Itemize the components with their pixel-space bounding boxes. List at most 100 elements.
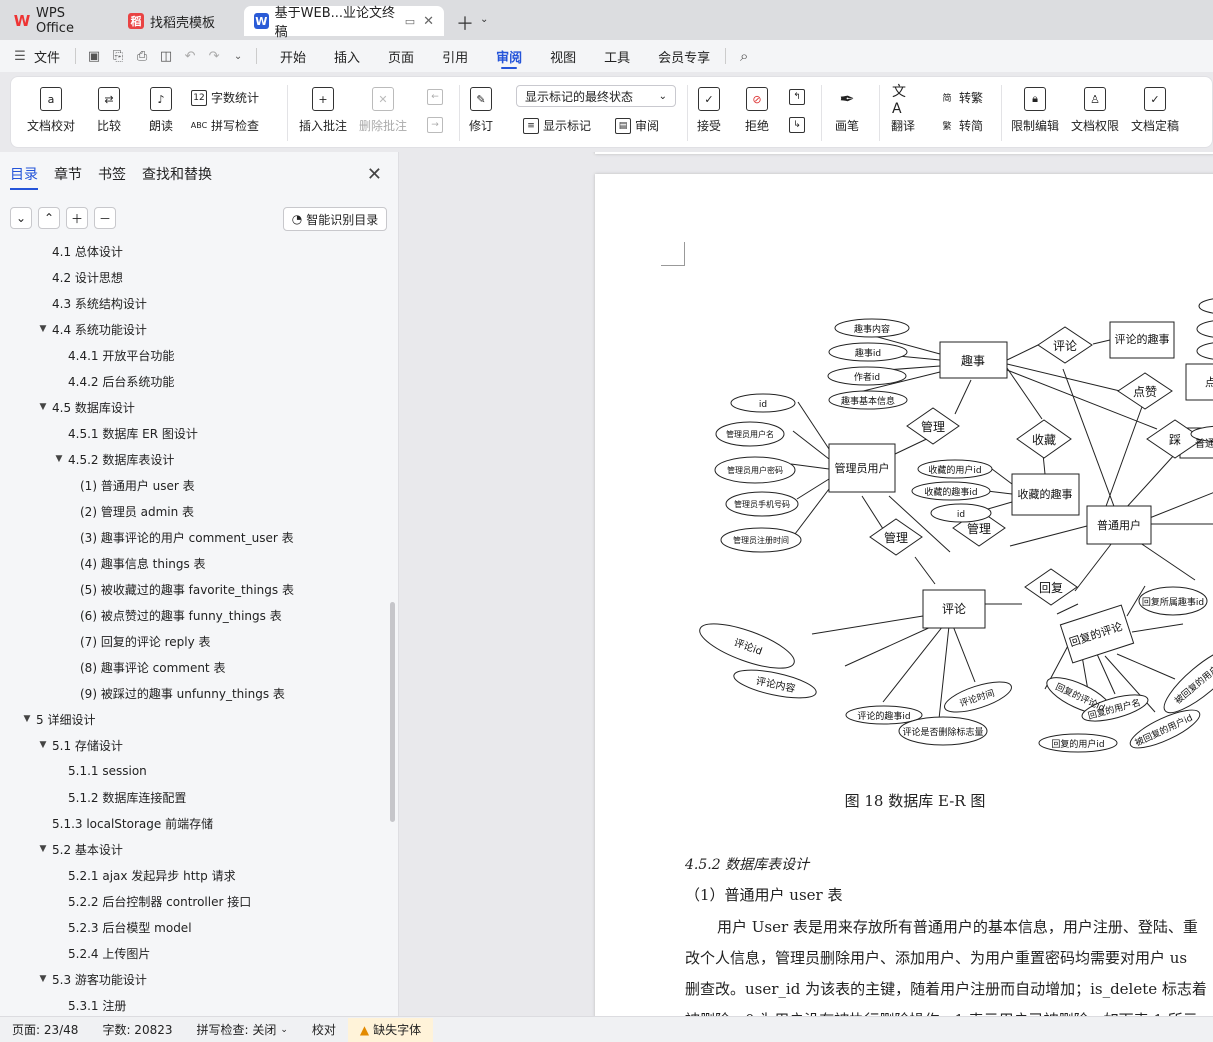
toc-item[interactable]: (2) 管理员 admin 表 xyxy=(0,498,390,524)
toc-item[interactable]: (6) 被点赞过的趣事 funny_things 表 xyxy=(0,602,390,628)
menu-tools[interactable]: 工具 xyxy=(595,40,639,72)
chevron-up-icon[interactable]: ⌃ xyxy=(38,207,60,229)
add-icon[interactable]: ＋ xyxy=(66,207,88,229)
track-changes-button[interactable]: ✎ 修订 xyxy=(469,87,493,134)
menu-file[interactable]: 文件 xyxy=(32,40,69,72)
smart-toc-button[interactable]: ◔ 智能识别目录 xyxy=(283,207,387,231)
next-change-button[interactable]: ↳ xyxy=(789,117,809,133)
toc-item[interactable]: (5) 被收藏过的趣事 favorite_things 表 xyxy=(0,576,390,602)
toc-item[interactable]: ▼ 4.5 数据库设计 xyxy=(0,394,390,420)
menu-review[interactable]: 审阅 xyxy=(487,40,531,72)
tab-list-chevron-icon[interactable]: ⌄ xyxy=(480,14,488,25)
toc-item[interactable]: (1) 普通用户 user 表 xyxy=(0,472,390,498)
accept-button[interactable]: ✓ 接受 xyxy=(697,87,721,134)
review-pane-button[interactable]: ▤ 审阅 xyxy=(615,117,659,134)
toc-collapse-arrow-icon[interactable]: ▼ xyxy=(52,454,66,464)
toc-item[interactable]: 5.2.1 ajax 发起异步 http 请求 xyxy=(0,862,390,888)
tab-window-icon[interactable]: ▭ xyxy=(405,15,415,28)
search-icon[interactable]: ⌕ xyxy=(732,40,756,72)
pen-button[interactable]: ✒ 画笔 xyxy=(835,87,859,134)
translate-button[interactable]: 文A 翻译 xyxy=(891,84,915,134)
show-markup-button[interactable]: ≡ 显示标记 xyxy=(523,117,591,134)
page-indicator[interactable]: 页面: 23/48 xyxy=(0,1021,90,1038)
word-count-indicator[interactable]: 字数: 20823 xyxy=(90,1021,184,1038)
toc-collapse-arrow-icon[interactable]: ▼ xyxy=(36,740,50,750)
save-icon[interactable]: ▣ xyxy=(82,40,106,72)
tab-template[interactable]: 稻 找稻壳模板 xyxy=(118,6,238,36)
toc-collapse-arrow-icon[interactable]: ▼ xyxy=(36,844,50,854)
print-preview-icon[interactable]: ◫ xyxy=(154,40,178,72)
toc-item[interactable]: ▼ 5.1 存储设计 xyxy=(0,732,390,758)
toc-item[interactable]: ▼ 4.5.2 数据库表设计 xyxy=(0,446,390,472)
menu-reference[interactable]: 引用 xyxy=(433,40,477,72)
tab-chapters[interactable]: 章节 xyxy=(54,164,82,190)
toc-item[interactable]: ▼ 5.2 基本设计 xyxy=(0,836,390,862)
menu-start[interactable]: 开始 xyxy=(271,40,315,72)
chevron-down-icon[interactable]: ⌄ xyxy=(10,207,32,229)
doc-permission-button[interactable]: ♙ 文档权限 xyxy=(1071,87,1119,134)
to-simplified-button[interactable]: 繁 转简 xyxy=(939,117,983,134)
prev-comment-button[interactable]: ← xyxy=(427,89,447,105)
toc-item[interactable]: 5.2.4 上传图片 xyxy=(0,940,390,966)
toc-item[interactable]: 4.1 总体设计 xyxy=(0,238,390,264)
tab-find-replace[interactable]: 查找和替换 xyxy=(142,164,212,190)
finalize-button[interactable]: ✓ 文档定稿 xyxy=(1131,87,1179,134)
redo-icon[interactable]: ↷ xyxy=(202,40,226,72)
tab-bookmarks[interactable]: 书签 xyxy=(98,164,126,190)
toc-item[interactable]: ▼ 4.4 系统功能设计 xyxy=(0,316,390,342)
toc-item[interactable]: ▼ 5.3 游客功能设计 xyxy=(0,966,390,992)
markup-display-select[interactable]: 显示标记的最终状态 ⌄ xyxy=(516,85,676,107)
toc-item[interactable]: 5.2.3 后台模型 model xyxy=(0,914,390,940)
tab-wps-office[interactable]: W WPS Office xyxy=(4,6,112,36)
toc-item[interactable]: ▼ 5 详细设计 xyxy=(0,706,390,732)
toc-item[interactable]: 5.2.2 后台控制器 controller 接口 xyxy=(0,888,390,914)
read-aloud-button[interactable]: ♪ 朗读 xyxy=(149,87,173,134)
spell-check-button[interactable]: ABC 拼写检查 xyxy=(191,117,259,134)
toc-item[interactable]: 5.3.1 注册 xyxy=(0,992,390,1018)
close-pane-icon[interactable]: ✕ xyxy=(367,164,382,185)
toc-collapse-arrow-icon[interactable]: ▼ xyxy=(20,714,34,724)
prev-change-button[interactable]: ↰ xyxy=(789,89,809,105)
print-icon[interactable]: ⎙ xyxy=(130,40,154,72)
delete-comment-button[interactable]: ✕ 删除批注 xyxy=(359,87,407,134)
to-traditional-button[interactable]: 简 转繁 xyxy=(939,89,983,106)
toc-item[interactable]: 5.1.1 session xyxy=(0,758,390,784)
toc-item[interactable]: (7) 回复的评论 reply 表 xyxy=(0,628,390,654)
toc-collapse-arrow-icon[interactable]: ▼ xyxy=(36,324,50,334)
missing-font-warning[interactable]: ▲ 缺失字体 xyxy=(347,1017,434,1042)
quick-access-chevron-icon[interactable]: ⌄ xyxy=(226,40,250,72)
proof-status[interactable]: 校对 xyxy=(300,1021,348,1038)
menu-page[interactable]: 页面 xyxy=(379,40,423,72)
share-icon[interactable]: ⎘ xyxy=(106,40,130,72)
pane-scrollbar[interactable] xyxy=(390,602,395,822)
word-count-button[interactable]: 12 字数统计 xyxy=(191,89,259,106)
toc-item[interactable]: (3) 趣事评论的用户 comment_user 表 xyxy=(0,524,390,550)
menu-view[interactable]: 视图 xyxy=(541,40,585,72)
new-tab-icon[interactable]: ＋ xyxy=(456,10,474,36)
toc-item[interactable]: 4.2 设计思想 xyxy=(0,264,390,290)
tab-document[interactable]: W 基于WEB...业论文终稿 ▭ ✕ xyxy=(244,6,444,40)
toc-item[interactable]: 4.4.2 后台系统功能 xyxy=(0,368,390,394)
close-tab-icon[interactable]: ✕ xyxy=(423,14,434,29)
insert-comment-button[interactable]: + 插入批注 xyxy=(299,87,347,134)
toc-item[interactable]: 4.5.1 数据库 ER 图设计 xyxy=(0,420,390,446)
compare-button[interactable]: ⇄ 比较 xyxy=(97,87,121,134)
reject-button[interactable]: ⊘ 拒绝 xyxy=(745,87,769,134)
tab-toc[interactable]: 目录 xyxy=(10,164,38,190)
toc-item[interactable]: (4) 趣事信息 things 表 xyxy=(0,550,390,576)
menu-member[interactable]: 会员专享 xyxy=(649,40,719,72)
toc-item[interactable]: 5.1.3 localStorage 前端存储 xyxy=(0,810,390,836)
toc-collapse-arrow-icon[interactable]: ▼ xyxy=(36,974,50,984)
next-comment-button[interactable]: → xyxy=(427,117,447,133)
restrict-edit-button[interactable]: 🔒︎ 限制编辑 xyxy=(1011,87,1059,134)
hamburger-icon[interactable]: ☰ xyxy=(8,40,32,72)
toc-item[interactable]: (9) 被踩过的趣事 unfunny_things 表 xyxy=(0,680,390,706)
toc-item[interactable]: 4.3 系统结构设计 xyxy=(0,290,390,316)
toc-item[interactable]: (8) 趣事评论 comment 表 xyxy=(0,654,390,680)
toc-item[interactable]: 4.4.1 开放平台功能 xyxy=(0,342,390,368)
toc-item[interactable]: 5.1.2 数据库连接配置 xyxy=(0,784,390,810)
undo-icon[interactable]: ↶ xyxy=(178,40,202,72)
spell-check-status[interactable]: 拼写检查: 关闭 ⌄ xyxy=(185,1021,300,1038)
proofread-button[interactable]: a 文档校对 xyxy=(27,87,75,134)
remove-icon[interactable]: － xyxy=(94,207,116,229)
